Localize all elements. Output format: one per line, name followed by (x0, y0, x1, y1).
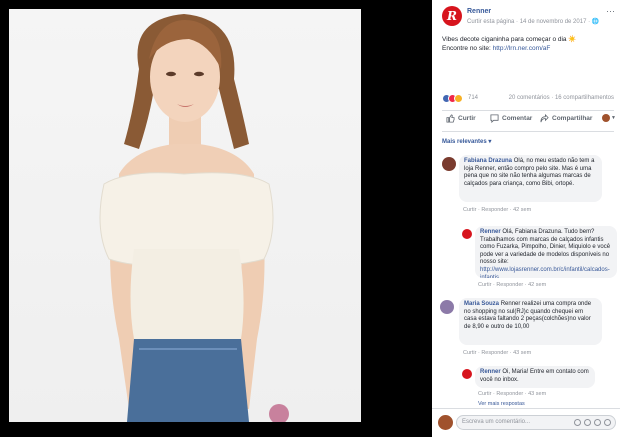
reaction-icons[interactable] (442, 94, 463, 103)
avatar[interactable] (440, 300, 454, 314)
model-photo-illustration (99, 14, 289, 422)
reply-bubble: Renner Olá, Fabiana Drazuna. Tudo bem? T… (475, 226, 617, 278)
reply-author[interactable]: Renner (480, 369, 501, 375)
post-photo[interactable] (9, 9, 361, 422)
gif-icon[interactable] (594, 419, 601, 426)
like-label: Curtir (458, 115, 476, 122)
audience-selector[interactable]: ▼ (602, 114, 616, 122)
page-name[interactable]: Renner (467, 8, 491, 15)
comment-label: Comentar (502, 115, 533, 122)
post-text-prefix: Encontre no site: (442, 45, 493, 52)
comment-input-placeholder: Escreva um comentário... (462, 419, 531, 425)
post-meta: Curtir esta página · 14 de novembro de 2… (467, 19, 600, 25)
comment-actions[interactable]: Curtir · Responder · 43 sem (478, 391, 546, 397)
divider (442, 131, 614, 132)
post-text: Vibes decote ciganinha para começar o di… (442, 35, 614, 53)
comment-author[interactable]: Fabiana Drazuna (464, 158, 512, 164)
post-side-panel: R Renner Curtir esta página · 14 de nove… (432, 0, 620, 437)
reply-author[interactable]: Renner (480, 229, 501, 235)
comment-composer: Escreva um comentário... (432, 408, 620, 437)
camera-icon[interactable] (584, 419, 591, 426)
post-header: R Renner Curtir esta página · 14 de nove… (442, 6, 617, 28)
more-options-icon[interactable]: ··· (606, 6, 615, 16)
comments-filter[interactable]: Mais relevantes ▾ (442, 138, 491, 145)
comment-button[interactable]: Comentar (490, 114, 532, 123)
reply-link[interactable]: http://www.lojasrenner.com.br/c/infantil… (480, 267, 610, 278)
renner-logo[interactable]: R (442, 6, 462, 26)
reply-bubble: Renner Oi, Maria! Entre em contato com v… (475, 366, 595, 388)
share-label: Compartilhar (552, 115, 593, 122)
reaction-count[interactable]: 714 (468, 95, 478, 101)
share-button[interactable]: Compartilhar (540, 114, 592, 123)
post-stats: 714 20 comentários · 16 compartilhamento… (442, 94, 614, 106)
comment-bubble: Maria Souza Renner realizei uma compra o… (459, 298, 602, 345)
comment-share-counts[interactable]: 20 comentários · 16 compartilhamentos (509, 95, 614, 101)
wow-reaction-icon (454, 94, 463, 103)
post-actions: Curtir Comentar Compartilhar ▼ (442, 114, 617, 128)
avatar (602, 114, 610, 122)
chevron-down-icon: ▼ (611, 115, 616, 121)
avatar[interactable] (442, 157, 456, 171)
post-text-line2: Encontre no site: http://lrn.ner.com/aF (442, 44, 614, 53)
comment-author[interactable]: Maria Souza (464, 301, 499, 307)
comment-actions[interactable]: Curtir · Responder · 43 sem (463, 350, 531, 356)
composer-icons (574, 419, 611, 426)
emoji-icon[interactable] (574, 419, 581, 426)
post-link[interactable]: http://lrn.ner.com/aF (493, 45, 551, 52)
divider (442, 110, 614, 111)
photo-viewer (0, 0, 432, 437)
thumbs-up-icon (446, 114, 455, 123)
comment-actions[interactable]: Curtir · Responder · 42 sem (478, 282, 546, 288)
avatar[interactable] (462, 369, 472, 379)
comment-actions[interactable]: Curtir · Responder · 42 sem (463, 207, 531, 213)
more-replies-link[interactable]: Ver mais respostas (478, 401, 525, 407)
like-button[interactable]: Curtir (446, 114, 476, 123)
comment-icon (490, 114, 499, 123)
avatar[interactable] (462, 229, 472, 239)
post-text-line1: Vibes decote ciganinha para começar o di… (442, 36, 577, 43)
comment-input[interactable]: Escreva um comentário... (456, 415, 616, 430)
avatar (438, 415, 453, 430)
sticker-icon[interactable] (604, 419, 611, 426)
comment-bubble: Fabiana Drazuna Olá, no meu estado não t… (459, 155, 602, 202)
share-icon (540, 114, 549, 123)
